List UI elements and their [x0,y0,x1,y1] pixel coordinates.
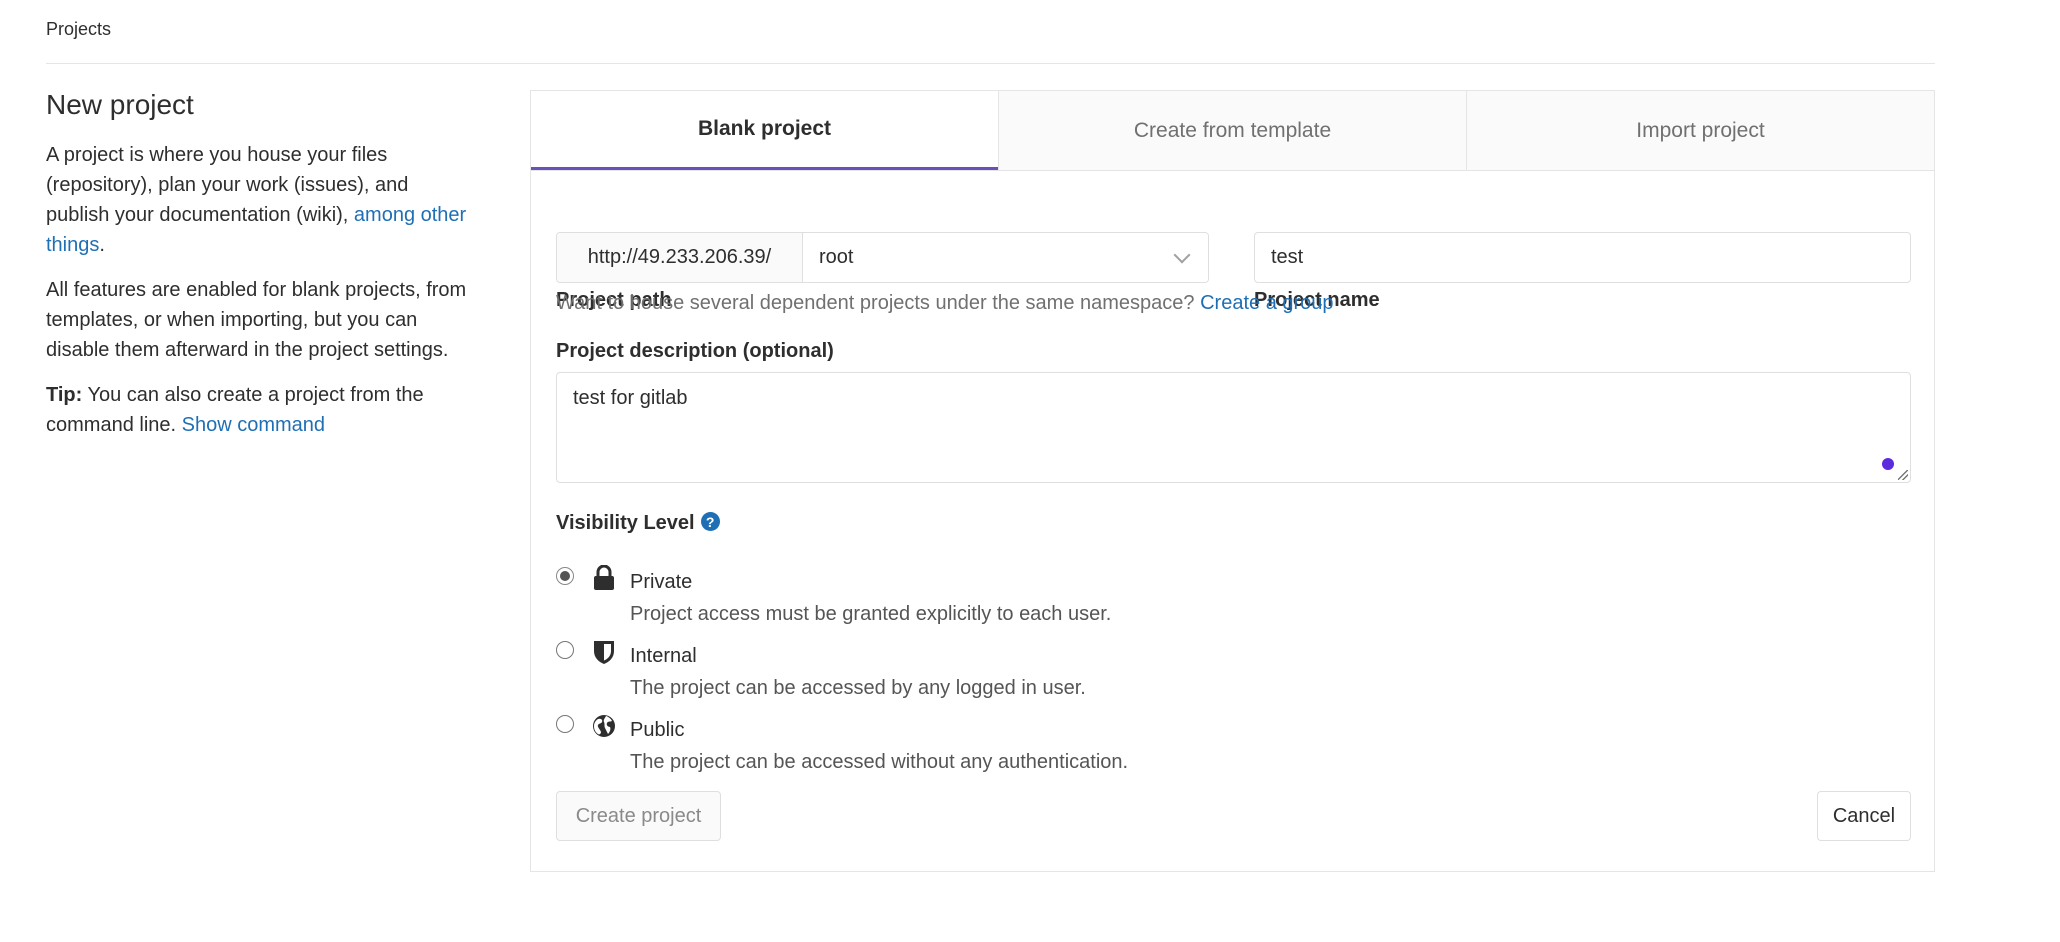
tab-create-from-template[interactable]: Create from template [998,91,1466,170]
globe-icon [593,715,615,737]
namespace-select[interactable]: root [803,233,1208,282]
show-command-link[interactable]: Show command [182,414,325,436]
lock-icon [594,565,614,590]
new-project-card: Blank project Create from template Impor… [530,90,1935,872]
page: Projects New project A project is where … [0,0,2060,942]
tab-blank-project[interactable]: Blank project [531,91,998,170]
visibility-private-radio[interactable] [556,567,574,585]
project-path-group: http://49.233.206.39/ root [556,232,1209,283]
visibility-internal-radio[interactable] [556,641,574,659]
shield-icon [594,641,614,664]
project-description-value: test for gitlab [573,387,688,409]
create-a-group-link[interactable]: Create a group [1200,292,1333,314]
namespace-help-copy: Want to house several dependent projects… [556,292,1201,314]
visibility-public-description: The project can be accessed without any … [630,751,1129,773]
question-icon[interactable]: ? [700,512,720,532]
project-description-textarea[interactable]: test for gitlab [556,372,1911,483]
chevron-down-icon [1173,246,1191,263]
visibility-level-text: Visibility Level [556,512,695,534]
intro-column: New project A project is where you house… [46,86,476,455]
namespace-value: root [819,246,854,268]
tip-paragraph: Tip: You can also create a project from … [46,380,476,440]
intro-text-end: . [99,234,105,256]
create-project-button[interactable]: Create project [556,791,721,841]
project-description-label: Project description (optional) [556,340,834,362]
page-title: New project [46,89,194,120]
grammar-checker-icon[interactable] [1882,458,1894,470]
tip-label: Tip: [46,384,83,406]
intro-paragraph: A project is where you house your files … [46,140,476,260]
visibility-private-title: Private [630,571,693,593]
cancel-button[interactable]: Cancel [1817,791,1911,841]
features-paragraph: All features are enabled for blank proje… [46,279,467,361]
visibility-public-title: Public [630,719,685,741]
visibility-internal-description: The project can be accessed by any logge… [630,677,1086,699]
visibility-private-description: Project access must be granted explicitl… [630,603,1112,625]
tab-import-project[interactable]: Import project [1466,91,1934,170]
project-path-prefix: http://49.233.206.39/ [557,233,803,282]
resize-handle-icon[interactable] [1898,470,1908,480]
breadcrumb-bar: Projects [46,0,1935,64]
visibility-internal-title: Internal [630,645,697,667]
visibility-public-radio[interactable] [556,715,574,733]
project-name-input[interactable]: test [1254,232,1911,283]
breadcrumb-projects-link[interactable]: Projects [46,19,111,40]
project-tabs: Blank project Create from template Impor… [531,91,1934,171]
visibility-level-label: Visibility Level? [556,512,720,535]
namespace-help-text: Want to house several dependent projects… [556,292,1334,315]
